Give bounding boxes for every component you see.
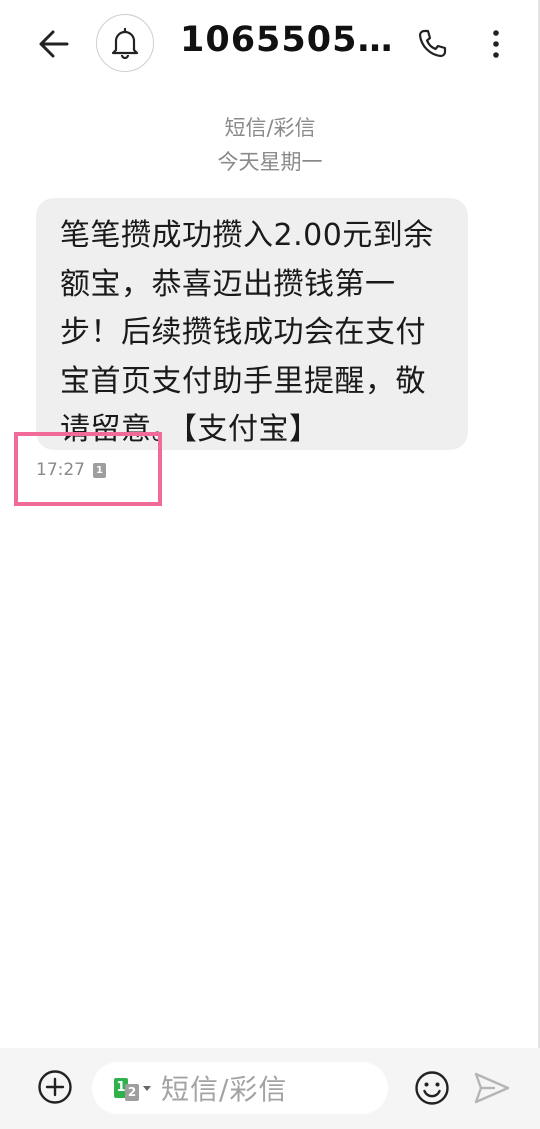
- add-attachment-button[interactable]: [34, 1066, 76, 1108]
- more-vertical-icon: [493, 30, 499, 58]
- smile-icon: [415, 1071, 449, 1105]
- message-input[interactable]: 1 2 短信/彩信: [92, 1062, 388, 1114]
- message-type-label: 短信/彩信: [224, 116, 316, 140]
- date-divider: 今天星期一: [217, 150, 323, 174]
- more-options-button[interactable]: [472, 20, 520, 68]
- bell-icon: [111, 27, 139, 59]
- sim2-icon: 2: [125, 1083, 139, 1101]
- message-bubble[interactable]: 笔笔攒成功攒入2.00元到余额宝，恭喜迈出攒钱第一步！后续攒钱成功会在支付宝首页…: [36, 198, 468, 450]
- phone-icon: [418, 29, 447, 58]
- caret-down-icon: [143, 1085, 151, 1091]
- input-placeholder: 短信/彩信: [161, 1073, 288, 1106]
- sim-switch-button[interactable]: 1 2: [114, 1076, 151, 1101]
- app-header: 1065505…: [0, 0, 540, 88]
- call-button[interactable]: [408, 20, 456, 68]
- arrow-left-icon: [39, 30, 69, 58]
- message-text: 笔笔攒成功攒入2.00元到余额宝，恭喜迈出攒钱第一步！后续攒钱成功会在支付宝首页…: [60, 218, 434, 447]
- plus-circle-icon: [38, 1070, 72, 1104]
- back-button[interactable]: [30, 20, 78, 68]
- send-icon: [474, 1072, 510, 1104]
- contact-title: 1065505…: [180, 20, 394, 60]
- emoji-button[interactable]: [410, 1066, 454, 1110]
- notification-toggle-button[interactable]: [96, 14, 154, 72]
- highlight-box: [14, 432, 162, 506]
- send-button[interactable]: [470, 1066, 514, 1110]
